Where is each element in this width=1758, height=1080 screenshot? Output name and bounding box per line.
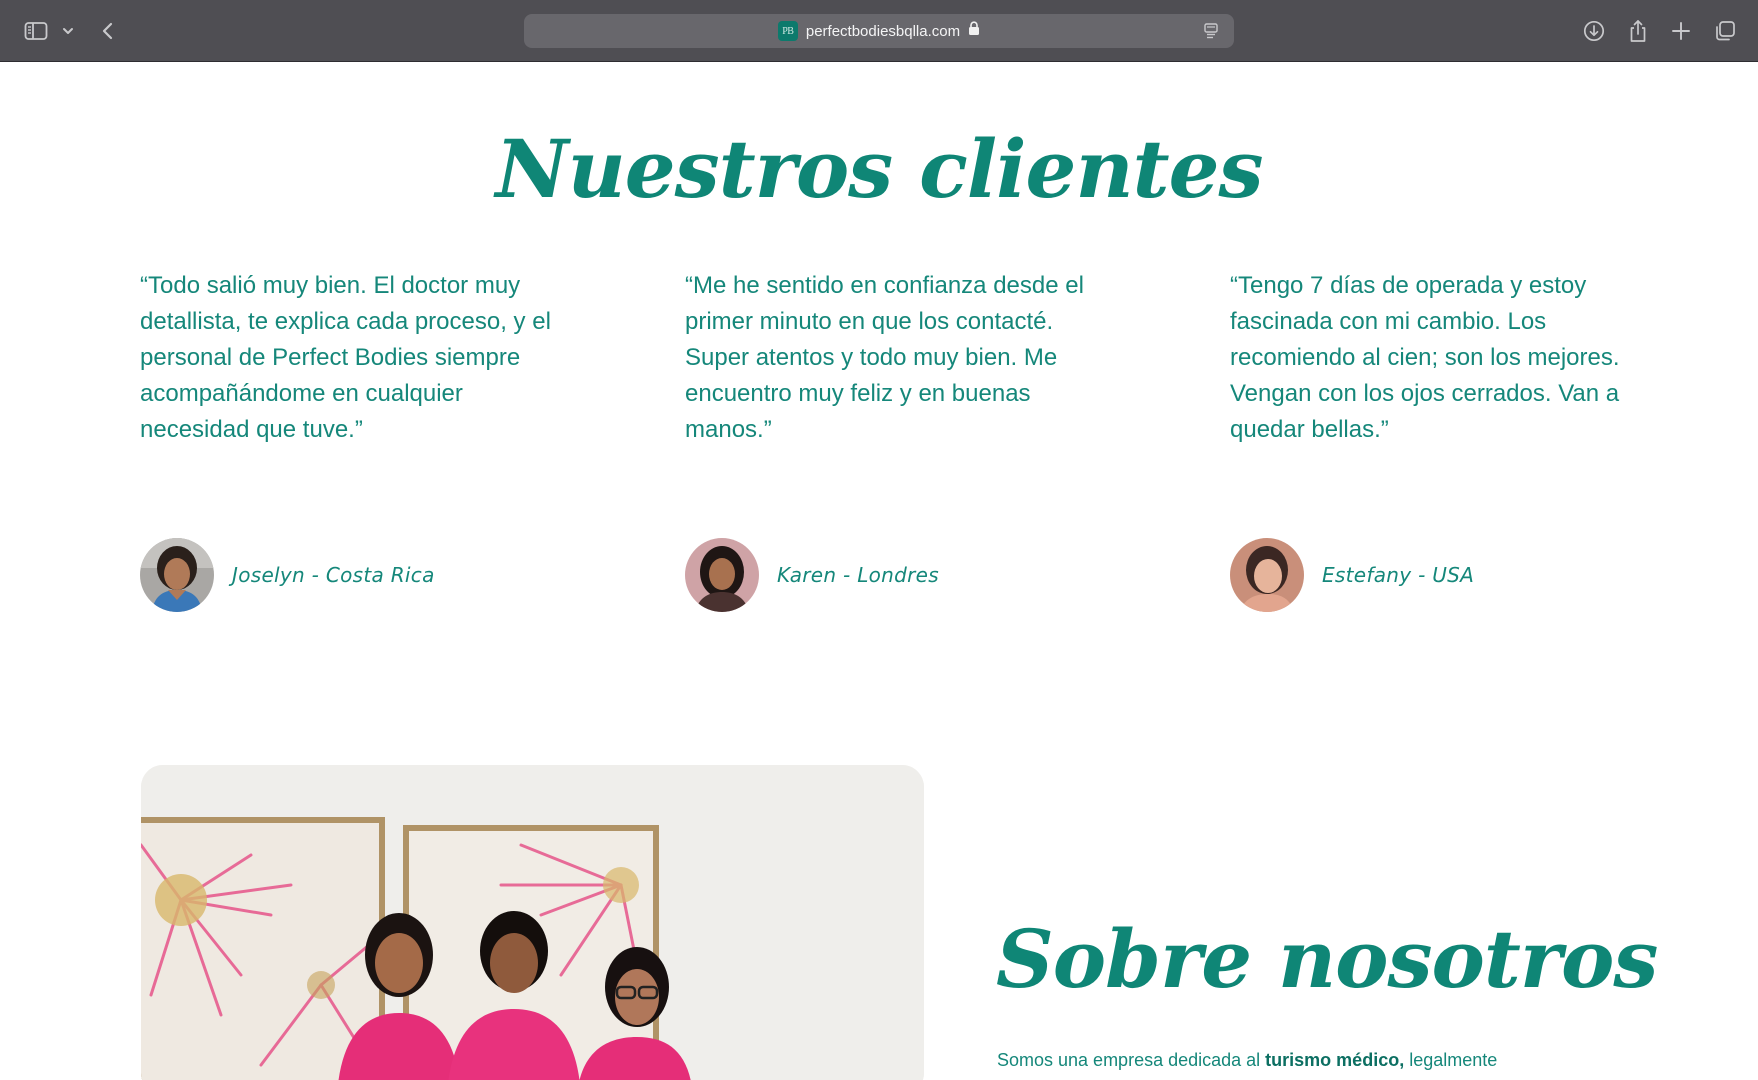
testimonial-quote: “Tengo 7 días de operada y estoy fascina… — [1230, 272, 1620, 443]
testimonial-quote: “Todo salió muy bien. El doctor muy deta… — [140, 272, 551, 443]
about-paragraph: Somos una empresa dedicada al turismo mé… — [997, 1045, 1617, 1075]
testimonial-card: “Tengo 7 días de operada y estoy fascina… — [1230, 268, 1650, 448]
testimonials-title: Nuestros clientes — [495, 122, 1263, 216]
web-page: Nuestros clientes “Todo salió muy bien. … — [0, 62, 1758, 1080]
about-highlight: turismo médico, — [1265, 1050, 1405, 1070]
avatar — [685, 538, 759, 612]
about-text-start: Somos una empresa dedicada al — [997, 1050, 1266, 1070]
browser-toolbar: PB perfectbodiesbqlla.com — [0, 0, 1758, 62]
sidebar-toggle-button[interactable] — [20, 15, 52, 47]
author-name: Estefany - USA — [1322, 563, 1475, 587]
testimonial-quote: “Me he sentido en confianza desde el pri… — [685, 272, 1084, 443]
team-photo — [141, 765, 924, 1080]
site-favicon: PB — [777, 21, 798, 41]
tab-overview-button[interactable] — [1709, 15, 1741, 47]
share-icon — [1628, 19, 1648, 43]
tab-overview-icon — [1714, 20, 1736, 42]
avatar — [140, 538, 214, 612]
download-icon — [1583, 20, 1605, 42]
testimonial-card: “Todo salió muy bien. El doctor muy deta… — [140, 268, 560, 448]
sidebar-icon — [24, 21, 48, 41]
testimonial-author: Karen - Londres — [685, 538, 939, 612]
tab-group-menu-button[interactable] — [52, 15, 84, 47]
chevron-down-icon — [62, 26, 74, 36]
back-arrow-icon — [101, 21, 115, 41]
avatar — [1230, 538, 1304, 612]
reader-icon[interactable] — [1202, 22, 1220, 45]
about-text-end: legalmente — [1404, 1050, 1498, 1070]
back-button[interactable] — [92, 15, 124, 47]
new-tab-button[interactable] — [1665, 15, 1697, 47]
author-name: Joselyn - Costa Rica — [232, 563, 435, 587]
testimonial-author: Joselyn - Costa Rica — [140, 538, 435, 612]
downloads-button[interactable] — [1578, 15, 1610, 47]
url-text: perfectbodiesbqlla.com — [805, 22, 961, 40]
plus-icon — [1671, 21, 1691, 41]
address-bar-content: PB perfectbodiesbqlla.com — [524, 14, 1234, 48]
testimonial-card: “Me he sentido en confianza desde el pri… — [685, 268, 1105, 448]
lock-icon — [968, 21, 980, 41]
address-bar[interactable]: PB perfectbodiesbqlla.com — [524, 14, 1234, 48]
share-button[interactable] — [1622, 15, 1654, 47]
team-photo-image — [141, 765, 924, 1080]
author-name: Karen - Londres — [777, 563, 939, 587]
about-title: Sobre nosotros — [996, 912, 1658, 1006]
testimonial-author: Estefany - USA — [1230, 538, 1474, 612]
